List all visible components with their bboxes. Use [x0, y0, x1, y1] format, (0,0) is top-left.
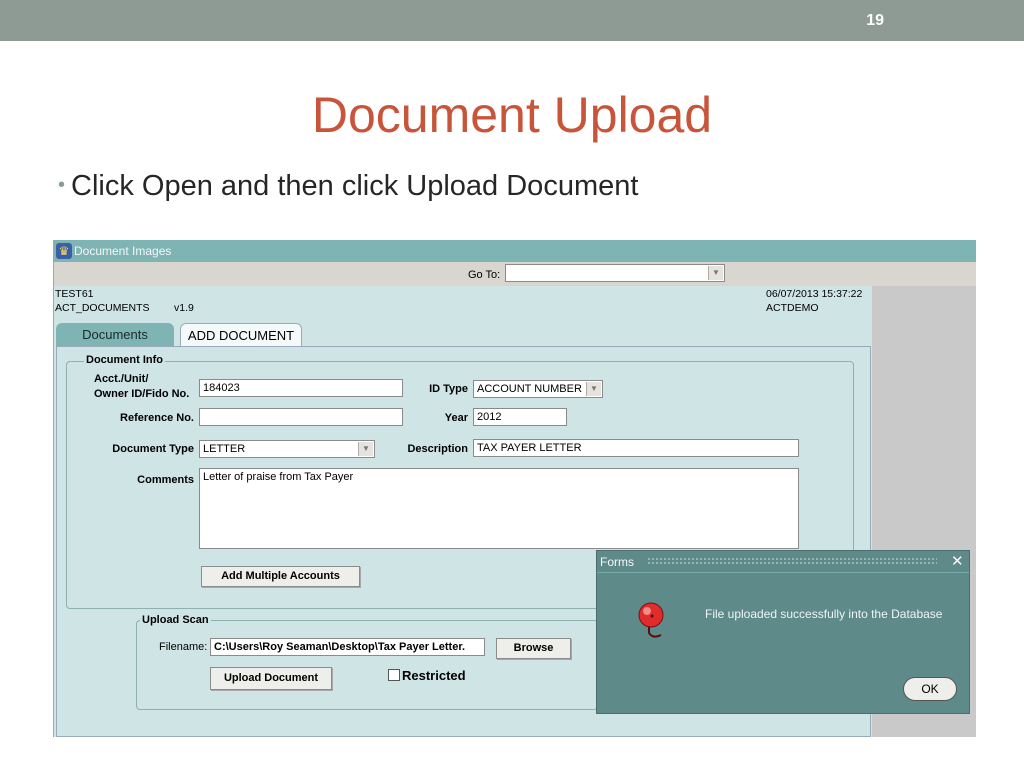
- app-icon: ♛: [56, 243, 72, 259]
- document-type-label: Document Type: [112, 443, 194, 455]
- goto-label: Go To:: [468, 269, 501, 281]
- ok-button[interactable]: OK: [903, 677, 957, 701]
- close-icon[interactable]: ✕: [951, 552, 964, 570]
- slide-title: Document Upload: [311, 87, 713, 143]
- window-title: Document Images: [74, 244, 172, 258]
- description-label: Description: [407, 443, 468, 455]
- tab-documents[interactable]: Documents: [56, 323, 174, 346]
- module-name: ACT_DOCUMENTS: [55, 302, 150, 314]
- acct-label-line2: Owner ID/Fido No.: [94, 388, 190, 400]
- bullet-dot-icon: •: [58, 174, 66, 196]
- chevron-down-icon[interactable]: ▼: [358, 442, 373, 456]
- upload-document-button[interactable]: Upload Document: [210, 667, 332, 690]
- reference-field[interactable]: [199, 408, 403, 426]
- id-type-value: ACCOUNT NUMBER: [477, 383, 582, 395]
- upload-scan-group: [136, 620, 598, 710]
- dialog-title: Forms: [600, 555, 634, 569]
- bullet-text: Click Open and then click Upload Documen…: [71, 170, 639, 202]
- id-type-select[interactable]: ACCOUNT NUMBER ▼: [473, 380, 603, 398]
- upload-scan-label: Upload Scan: [140, 614, 211, 626]
- chevron-down-icon[interactable]: ▼: [708, 266, 723, 280]
- restricted-checkbox[interactable]: [388, 669, 400, 681]
- acct-id-field[interactable]: 184023: [199, 379, 403, 397]
- dialog-title-pattern: [647, 557, 937, 566]
- form-code: TEST61: [55, 288, 94, 300]
- forms-dialog: Forms ✕ File uploaded successfully into …: [596, 550, 970, 714]
- document-type-select[interactable]: LETTER ▼: [199, 440, 375, 458]
- bell-icon: [638, 602, 664, 638]
- version-label: v1.9: [174, 302, 194, 314]
- browse-button[interactable]: Browse: [496, 638, 571, 659]
- slide-number: 19: [866, 12, 884, 29]
- id-type-label: ID Type: [429, 383, 468, 395]
- add-multiple-accounts-button[interactable]: Add Multiple Accounts: [201, 566, 360, 587]
- acct-label-line1: Acct./Unit/: [94, 373, 149, 385]
- filename-field[interactable]: C:\Users\Roy Seaman\Desktop\Tax Payer Le…: [210, 638, 485, 656]
- comments-textarea[interactable]: Letter of praise from Tax Payer: [199, 468, 799, 549]
- tab-add-document[interactable]: ADD DOCUMENT: [180, 323, 302, 346]
- restricted-label: Restricted: [402, 668, 466, 683]
- window-titlebar: [54, 240, 976, 262]
- description-field[interactable]: TAX PAYER LETTER: [473, 439, 799, 457]
- document-info-label: Document Info: [84, 354, 165, 366]
- dialog-message: File uploaded successfully into the Data…: [705, 607, 943, 621]
- goto-select[interactable]: ▼: [505, 264, 725, 282]
- comments-label: Comments: [137, 474, 194, 486]
- document-type-value: LETTER: [203, 443, 246, 455]
- environment-label: ACTDEMO: [766, 302, 819, 314]
- reference-label: Reference No.: [120, 412, 194, 424]
- datetime-label: 06/07/2013 15:37:22: [766, 288, 863, 300]
- filename-label: Filename:: [159, 641, 208, 653]
- bullet-point: • Click Open and then click Upload Docume…: [58, 170, 638, 203]
- chevron-down-icon[interactable]: ▼: [586, 382, 601, 396]
- year-field[interactable]: 2012: [473, 408, 567, 426]
- year-label: Year: [444, 412, 468, 424]
